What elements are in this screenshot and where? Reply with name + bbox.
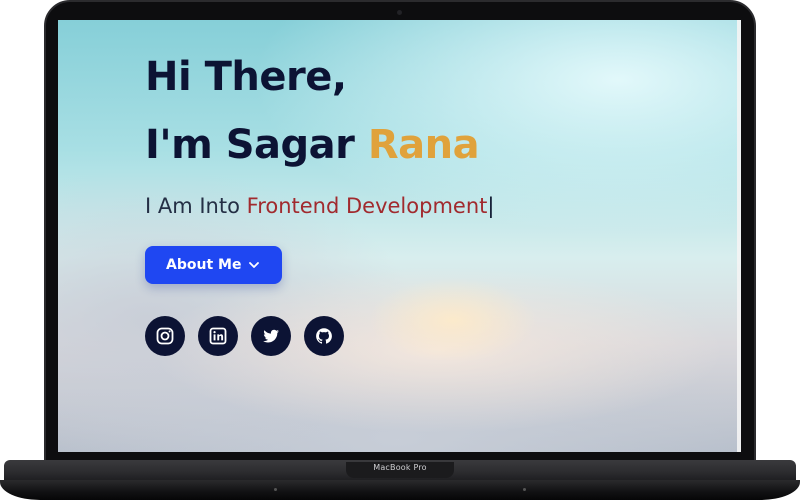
typing-line: I Am Into Frontend Development| [145,194,494,218]
base-foot [274,488,277,491]
camera-dot [397,10,402,15]
about-me-label: About Me [166,257,242,273]
twitter-link[interactable] [251,316,291,356]
typing-prefix: I Am Into [145,194,247,218]
laptop-base: MacBook Pro [0,460,800,500]
hero-name-accent: Rana [367,122,480,168]
hero-name: I'm Sagar Rana [145,122,494,168]
screen-edge [737,20,741,452]
chevron-down-icon [249,262,260,268]
hero-section: Hi There, I'm Sagar Rana I Am Into Front… [145,54,494,356]
instagram-icon [156,327,174,345]
base-foot [523,488,526,491]
typed-text: Frontend Development [246,194,488,218]
linkedin-icon [209,327,227,345]
hero-name-prefix: I'm Sagar [145,122,368,168]
github-link[interactable] [304,316,344,356]
typing-cursor: | [487,194,495,218]
twitter-icon [263,329,279,343]
base-bottom [0,480,800,500]
linkedin-link[interactable] [198,316,238,356]
github-icon [316,328,332,344]
hero-greeting: Hi There, [145,54,347,100]
device-label: MacBook Pro [373,463,427,472]
about-me-button[interactable]: About Me [145,246,282,284]
browser-screen: Hi There, I'm Sagar Rana I Am Into Front… [58,20,741,452]
social-links [145,316,494,356]
instagram-link[interactable] [145,316,185,356]
